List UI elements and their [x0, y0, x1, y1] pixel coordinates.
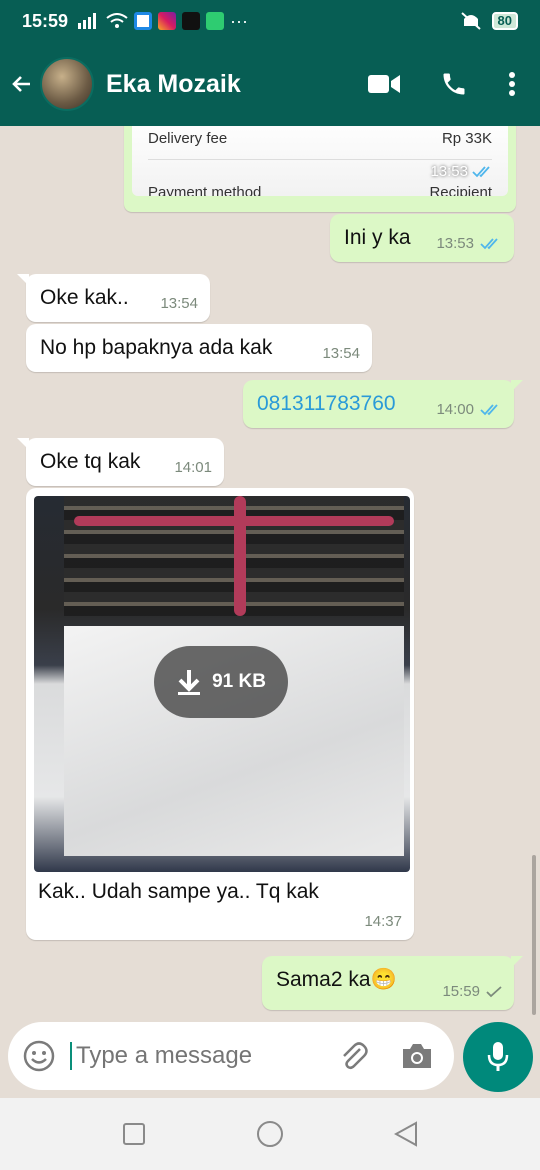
- message-time: 14:37: [364, 913, 402, 930]
- app-notification-icon: [134, 12, 153, 30]
- nav-back-icon[interactable]: [394, 1121, 418, 1147]
- message-bubble-incoming[interactable]: No hp bapaknya ada kak 13:54: [26, 324, 372, 372]
- message-meta: 14:00: [436, 401, 502, 418]
- contact-name[interactable]: Eka Mozaik: [106, 70, 241, 99]
- receipt-value: Recipient: [429, 184, 492, 196]
- message-text: Oke kak..: [40, 286, 129, 309]
- photo-rope: [234, 496, 246, 616]
- message-text: No hp bapaknya ada kak: [40, 336, 273, 359]
- receipt-row-delivery: Delivery fee Rp 33K: [148, 130, 492, 147]
- receipt-preview: Delivery fee Rp 33K Payment method Recip…: [132, 126, 508, 196]
- wifi-icon: [106, 13, 128, 28]
- phone-number-link[interactable]: 081311783760: [257, 392, 396, 416]
- message-time: 13:53: [436, 235, 474, 252]
- message-meta: 13:54: [160, 295, 198, 312]
- message-time: 14:01: [174, 459, 212, 476]
- bubble-tail: [511, 956, 523, 968]
- attach-icon[interactable]: [336, 1039, 370, 1073]
- message-meta: 13:54: [322, 345, 360, 362]
- more-vert-icon[interactable]: [508, 71, 516, 97]
- bubble-tail: [17, 438, 29, 450]
- message-time: 13:53: [430, 163, 468, 180]
- message-bubble-incoming[interactable]: Oke tq kak 14:01: [17, 438, 224, 486]
- message-meta: 13:53: [436, 235, 502, 252]
- nav-circle-icon[interactable]: [256, 1120, 284, 1148]
- system-nav-bar: [0, 1098, 540, 1170]
- receipt-label: Delivery fee: [148, 130, 228, 147]
- battery-indicator: 80: [491, 12, 518, 30]
- avatar[interactable]: [40, 57, 94, 111]
- message-time: 15:59: [442, 983, 480, 1000]
- message-text: Oke tq kak: [40, 450, 141, 473]
- message-composer: [8, 1022, 454, 1090]
- emoji-icon[interactable]: [22, 1039, 56, 1073]
- message-bubble-outgoing[interactable]: Ini y ka 13:53: [330, 214, 514, 262]
- mic-icon: [487, 1042, 509, 1071]
- message-time: 13:54: [160, 295, 198, 312]
- receipt-value: Rp 33K: [441, 130, 492, 147]
- back-arrow-icon[interactable]: [10, 72, 34, 96]
- download-size: 91 KB: [212, 671, 266, 692]
- message-bubble-outgoing[interactable]: Sama2 ka😁 15:59: [262, 956, 523, 1010]
- scrollbar[interactable]: [532, 855, 536, 1015]
- status-bar: 15:59 ··· 80: [0, 0, 540, 42]
- bubble-tail: [17, 274, 29, 286]
- download-button[interactable]: 91 KB: [154, 646, 288, 718]
- bubble-tail: [511, 380, 523, 392]
- message-text: Ini y ka: [344, 226, 411, 249]
- status-time: 15:59: [22, 10, 69, 31]
- delivered-tick-icon: [486, 985, 502, 997]
- message-caption: Kak.. Udah sampe ya.. Tq kak: [38, 880, 319, 903]
- message-bubble-incoming[interactable]: Oke kak.. 13:54: [17, 274, 210, 322]
- more-notifications: ···: [230, 10, 249, 31]
- phone-icon[interactable]: [440, 70, 468, 98]
- instagram-icon: [158, 12, 177, 30]
- nav-square-icon[interactable]: [122, 1122, 146, 1146]
- download-icon: [178, 670, 201, 695]
- status-icons: ···: [78, 11, 248, 32]
- read-ticks-icon: [472, 165, 490, 177]
- message-input[interactable]: [70, 1042, 320, 1070]
- blurred-photo[interactable]: 91 KB: [34, 496, 410, 872]
- chat-header: Eka Mozaik: [0, 42, 540, 126]
- message-time: 14:00: [436, 401, 474, 418]
- mic-button[interactable]: [463, 1022, 533, 1092]
- message-time: 13:54: [322, 345, 360, 362]
- image-message-incoming[interactable]: 91 KB Kak.. Udah sampe ya.. Tq kak 14:37: [26, 488, 414, 940]
- read-ticks-icon: [480, 237, 498, 249]
- video-call-icon[interactable]: [368, 73, 400, 95]
- mute-icon: [460, 12, 481, 30]
- message-bubble-outgoing[interactable]: 081311783760 14:00: [243, 380, 523, 428]
- message-meta: 14:37: [364, 913, 402, 930]
- message-meta: 14:01: [174, 459, 212, 476]
- divider: [148, 159, 492, 160]
- message-meta: 13:53: [430, 163, 494, 180]
- receipt-row-payment: Payment method Recipient: [148, 184, 492, 196]
- chat-area[interactable]: Delivery fee Rp 33K Payment method Recip…: [0, 126, 540, 1016]
- signal-icon: [78, 13, 97, 29]
- read-ticks-icon: [480, 403, 498, 415]
- receipt-image-message[interactable]: Delivery fee Rp 33K Payment method Recip…: [124, 126, 516, 212]
- message-notification-icon: [206, 12, 225, 30]
- tiktok-icon: [182, 12, 201, 30]
- message-meta: 15:59: [442, 983, 502, 1000]
- camera-icon[interactable]: [400, 1041, 434, 1071]
- receipt-label: Payment method: [148, 184, 262, 196]
- message-text: Sama2 ka😁: [276, 968, 397, 991]
